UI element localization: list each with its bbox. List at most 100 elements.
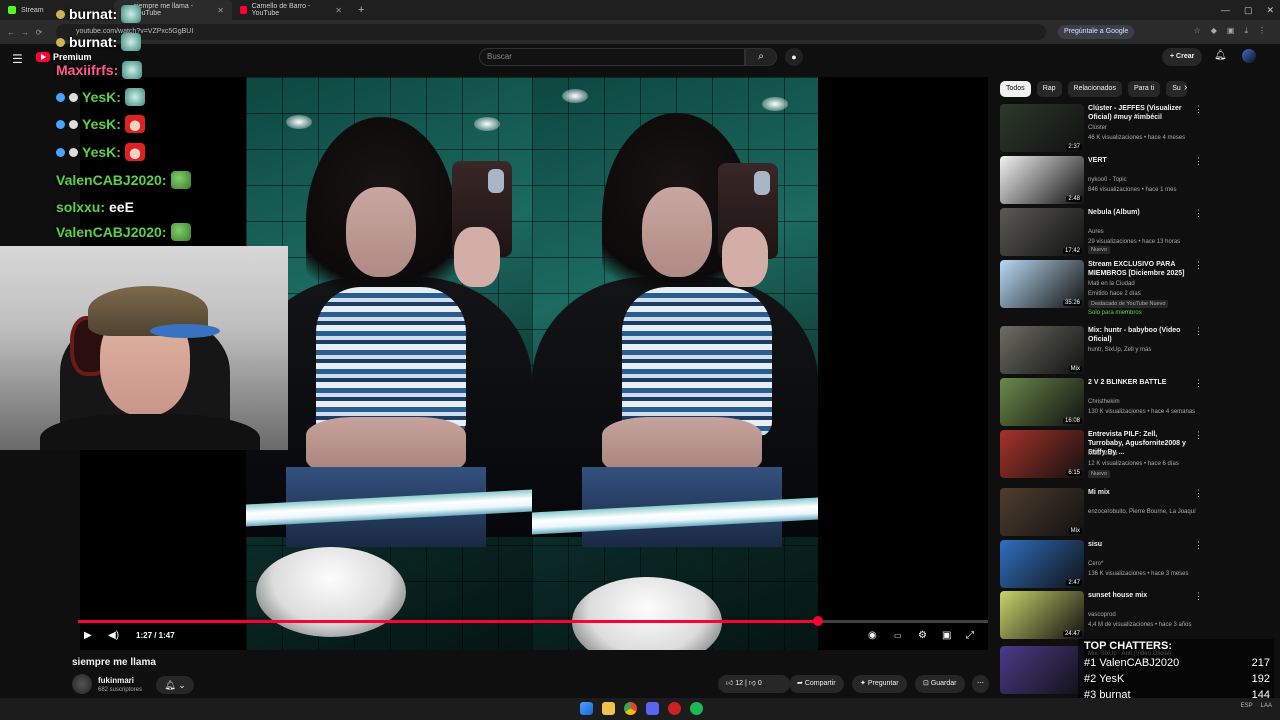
fullscreen-icon[interactable]: ⤢ xyxy=(966,629,974,643)
windows-start-icon[interactable] xyxy=(580,702,593,715)
recommendation-item[interactable]: Mix Mix: huntr - babyboo (Video Oficial) h… xyxy=(1000,326,1203,374)
recommendation-item[interactable]: 35:26 Stream EXCLUSIVO PARA MIEMBROS [Dic… xyxy=(1000,260,1203,316)
recommendation-channel[interactable]: Christhekim xyxy=(1088,397,1200,407)
language-indicator[interactable]: ESP xyxy=(1241,703,1253,709)
video-thumbnail[interactable]: 24:47 xyxy=(1000,591,1084,639)
recommendation-item[interactable]: 24:47 sunset house mix vascoprod 4,4 M de v… xyxy=(1000,591,1203,639)
progress-bar[interactable] xyxy=(78,616,988,626)
reload-icon[interactable]: ⟳ xyxy=(32,28,46,37)
recommendation-title[interactable]: sunset house mix xyxy=(1088,591,1188,600)
more-options-icon[interactable]: ⋮ xyxy=(1194,488,1203,499)
more-options-icon[interactable]: ⋮ xyxy=(1194,156,1203,167)
download-icon[interactable]: ⤓ xyxy=(1244,26,1248,36)
spotify-icon[interactable] xyxy=(690,702,703,715)
chrome-icon[interactable] xyxy=(624,702,637,715)
recommendation-title[interactable]: Clúster - JEFFES (Visualizer Oficial) #m… xyxy=(1088,104,1188,122)
new-tab-icon[interactable]: + xyxy=(350,4,372,16)
recommendation-title[interactable]: Nebula (Album) xyxy=(1088,208,1188,217)
recommendation-item[interactable]: 6:15 Entrevista PILF: Zell, Turrobaby, Ag… xyxy=(1000,430,1203,478)
back-icon[interactable]: ← xyxy=(4,28,18,37)
close-window-icon[interactable]: ✕ xyxy=(1266,5,1274,16)
star-icon[interactable]: ☆ xyxy=(1194,26,1201,36)
volume-icon[interactable]: ◀) xyxy=(108,629,119,643)
recommendation-channel[interactable]: Cero* xyxy=(1088,559,1200,569)
recommendation-channel[interactable]: Aures xyxy=(1088,227,1200,237)
save-button[interactable]: ⊡ Guardar xyxy=(915,675,965,693)
recommendation-item[interactable]: 2:48 VERT nykoo0 - Topic 846 visualizacione… xyxy=(1000,156,1203,204)
autoplay-toggle-icon[interactable]: ◉ xyxy=(868,629,877,643)
file-explorer-icon[interactable] xyxy=(602,702,615,715)
video-thumbnail[interactable]: 6:15 xyxy=(1000,430,1084,478)
progress-handle[interactable] xyxy=(812,616,823,626)
chevron-right-icon[interactable]: › xyxy=(1184,82,1187,93)
ask-button[interactable]: ✦ Preguntar xyxy=(852,675,907,693)
recommendation-channel[interactable]: huntr, SixUp, Zell y más xyxy=(1088,345,1200,355)
puzzle-icon[interactable]: ▣ xyxy=(1227,26,1235,36)
more-options-icon[interactable]: ⋮ xyxy=(1194,104,1203,115)
extension-icon[interactable]: ◆ xyxy=(1211,26,1217,36)
recommendation-item[interactable]: 2:47 sisu Cero* 136 K visualizaciones • hac… xyxy=(1000,540,1203,588)
recommendation-channel[interactable]: Mala Mafia xyxy=(1088,449,1200,459)
tab-youtube-2[interactable]: Camello de Barro - YouTube ✕ xyxy=(232,0,350,20)
search-button[interactable]: ⌕ xyxy=(745,48,777,66)
chip-for-you[interactable]: Para ti xyxy=(1127,81,1161,97)
more-options-icon[interactable]: ⋮ xyxy=(1194,540,1203,551)
recommendation-channel[interactable]: nykoo0 - Topic xyxy=(1088,175,1200,185)
avatar[interactable] xyxy=(1242,49,1256,63)
menu-dots-icon[interactable]: ⋮ xyxy=(1258,26,1266,36)
more-actions-button[interactable]: ⋯ xyxy=(972,675,989,693)
video-thumbnail[interactable]: 2:37 xyxy=(1000,104,1084,152)
more-options-icon[interactable]: ⋮ xyxy=(1194,378,1203,389)
channel-avatar[interactable] xyxy=(72,674,92,694)
settings-gear-icon[interactable]: ⚙ xyxy=(918,629,927,643)
video-thumbnail[interactable]: 16:08 xyxy=(1000,378,1084,426)
recommendation-title[interactable]: VERT xyxy=(1088,156,1188,165)
play-icon[interactable]: ▶ xyxy=(84,629,92,643)
recommendation-channel[interactable]: enzocerobuito, Pierre Bourne, La Joaquí xyxy=(1088,507,1200,517)
recommendation-item[interactable]: Mix Mi mix enzocerobuito, Pierre Bourne, L… xyxy=(1000,488,1203,536)
channel-name[interactable]: fukinmari xyxy=(98,676,134,685)
app-icon[interactable] xyxy=(668,702,681,715)
like-button[interactable]: 👍︎ 12 | 👎︎ 0 xyxy=(718,675,790,693)
hamburger-menu-icon[interactable]: ☰ xyxy=(12,52,23,66)
notifications-bell-icon[interactable]: 🔔︎ xyxy=(1214,50,1227,61)
share-button[interactable]: ➦ Compartir xyxy=(789,675,844,693)
minimize-icon[interactable]: — xyxy=(1221,5,1230,15)
discord-icon[interactable] xyxy=(646,702,659,715)
more-options-icon[interactable]: ⋮ xyxy=(1194,430,1203,441)
url-input[interactable]: youtube.com/watch?v=VZPxc5GgBUI xyxy=(56,24,1046,40)
recommendation-item[interactable]: 17:42 Nebula (Album) Aures 29 visualizacion… xyxy=(1000,208,1203,256)
recommendation-title[interactable]: 2 V 2 BLINKER BATTLE xyxy=(1088,378,1188,387)
recommendation-title[interactable]: Stream EXCLUSIVO PARA MIEMBROS [Diciembr… xyxy=(1088,260,1188,278)
maximize-icon[interactable]: ▢ xyxy=(1244,5,1253,16)
recommendation-title[interactable]: sisu xyxy=(1088,540,1188,549)
close-icon[interactable]: ✕ xyxy=(335,6,342,15)
search-input[interactable]: Buscar xyxy=(479,48,745,66)
create-button[interactable]: + Crear xyxy=(1162,48,1203,66)
mic-button[interactable]: ● xyxy=(785,48,803,66)
recommendation-channel[interactable]: Clúster xyxy=(1088,123,1200,133)
more-options-icon[interactable]: ⋮ xyxy=(1194,326,1203,337)
video-thumbnail[interactable]: 2:47 xyxy=(1000,540,1084,588)
forward-icon[interactable]: → xyxy=(18,28,32,37)
miniplayer-icon[interactable]: ▣ xyxy=(942,629,951,643)
video-thumbnail[interactable]: Mix xyxy=(1000,326,1084,374)
recommendation-item[interactable]: 16:08 2 V 2 BLINKER BATTLE Christhekim 130 … xyxy=(1000,378,1203,426)
chip-related[interactable]: Relacionados xyxy=(1067,81,1122,97)
recommendation-title[interactable]: Mix: huntr - babyboo (Video Oficial) xyxy=(1088,326,1188,344)
video-thumbnail[interactable]: 35:26 xyxy=(1000,260,1084,308)
recommendation-channel[interactable]: Mati en la Ciudad xyxy=(1088,279,1200,289)
recommendation-item[interactable]: 2:37 Clúster - JEFFES (Visualizer Oficial… xyxy=(1000,104,1203,152)
chip-rap[interactable]: Rap xyxy=(1036,81,1062,97)
close-icon[interactable]: ✕ xyxy=(217,6,224,15)
recommendation-channel[interactable]: vascoprod xyxy=(1088,610,1200,620)
video-thumbnail[interactable]: Mix xyxy=(1000,488,1084,536)
subscription-bell-button[interactable]: 🔔︎ ⌄ xyxy=(156,676,194,694)
subtitles-icon[interactable]: ▭ xyxy=(894,629,902,643)
more-options-icon[interactable]: ⋮ xyxy=(1194,591,1203,602)
more-options-icon[interactable]: ⋮ xyxy=(1194,208,1203,219)
video-thumbnail[interactable] xyxy=(1000,646,1084,694)
recommendation-title[interactable]: Mi mix xyxy=(1088,488,1188,497)
video-thumbnail[interactable]: 2:48 xyxy=(1000,156,1084,204)
video-thumbnail[interactable]: 17:42 xyxy=(1000,208,1084,256)
